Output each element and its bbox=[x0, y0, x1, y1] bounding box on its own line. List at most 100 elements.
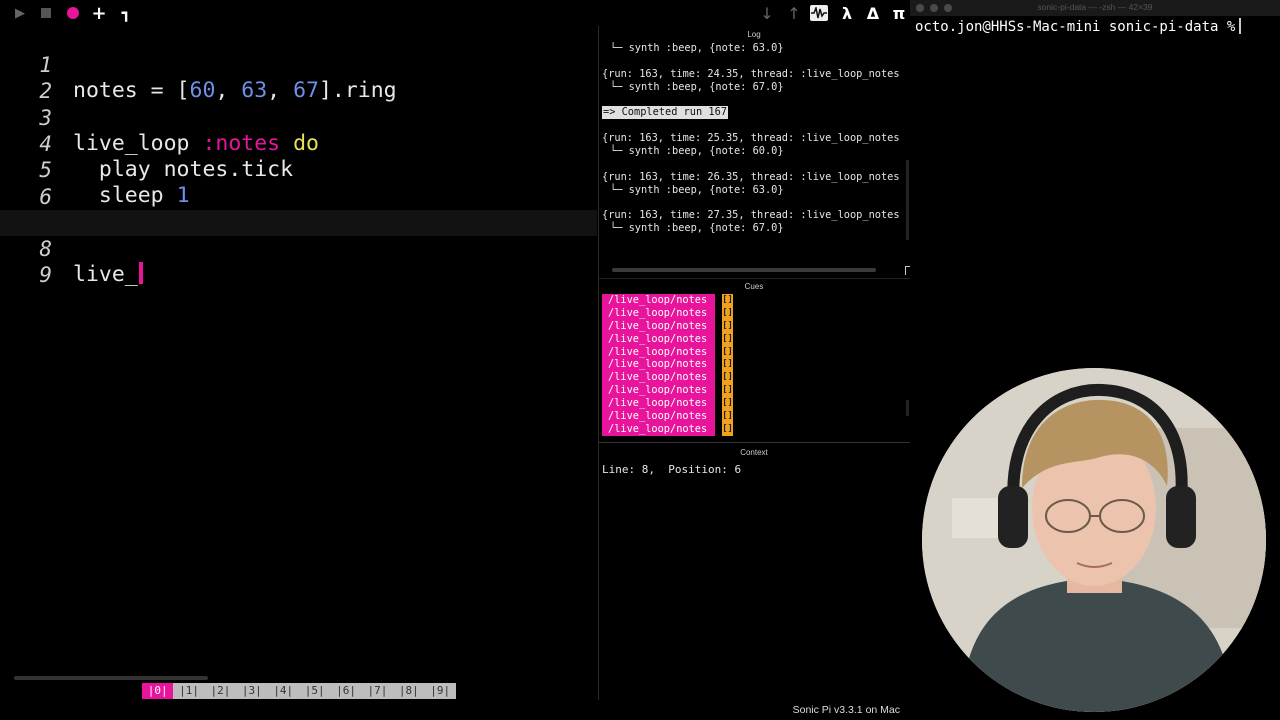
editor-horizontal-scrollbar[interactable] bbox=[14, 676, 208, 680]
context-position: Line: 8, Position: 6 bbox=[602, 463, 742, 476]
pi-icon[interactable]: π bbox=[889, 3, 909, 23]
cue-path: /live_loop/notes bbox=[602, 319, 715, 333]
buffer-tab-3[interactable]: |3| bbox=[236, 683, 268, 699]
record-icon[interactable] bbox=[63, 3, 83, 23]
code-line: 2 bbox=[0, 52, 597, 103]
cue-row: /live_loop/notes [] bbox=[602, 294, 908, 307]
cue-value: [] bbox=[722, 345, 733, 359]
code-line: 9 bbox=[0, 236, 597, 287]
divider bbox=[599, 278, 910, 279]
buffer-tab-8[interactable]: |8| bbox=[393, 683, 425, 699]
buffer-tab-0[interactable]: |0| bbox=[142, 683, 174, 699]
buffer-tab-5[interactable]: |5| bbox=[298, 683, 331, 699]
stop-icon[interactable] bbox=[36, 3, 56, 23]
code-line: 7 bbox=[0, 184, 597, 235]
log-synth-line: └─ synth :beep, {note: 67.0} bbox=[610, 222, 784, 235]
code-line: 3 live_loop :notes do bbox=[0, 79, 597, 156]
cue-row: /live_loop/notes [] bbox=[602, 358, 908, 372]
cue-value: [] bbox=[722, 319, 733, 333]
scroll-down-icon[interactable]: ↓ bbox=[757, 3, 777, 23]
log-run-line: {run: 163, time: 24.35, thread: :live_lo… bbox=[602, 67, 900, 80]
cue-value: [] bbox=[722, 332, 733, 346]
delta-icon[interactable]: Δ bbox=[863, 3, 883, 23]
pane-divider[interactable] bbox=[598, 26, 599, 700]
cue-path: /live_loop/notes bbox=[602, 384, 715, 398]
code-text: live_ bbox=[73, 262, 143, 288]
context-title: Context bbox=[740, 448, 768, 457]
text-cursor bbox=[138, 262, 143, 285]
cue-path: /live_loop/notes bbox=[602, 345, 715, 359]
log-run-line: {run: 163, time: 25.35, thread: :live_lo… bbox=[602, 132, 900, 145]
cue-row: /live_loop/notes [] bbox=[602, 384, 908, 398]
terminal-prompt[interactable]: octo.jon@HHSs-Mac-mini sonic-pi-data % bbox=[915, 18, 1242, 35]
log-run-line: {run: 163, time: 26.35, thread: :live_lo… bbox=[602, 170, 900, 183]
log-vertical-scrollbar[interactable] bbox=[906, 160, 909, 240]
buffer-tab-9[interactable]: |9| bbox=[424, 683, 456, 699]
buffer-tabs: |0| |1| |2| |3| |4| |5| |6| |7| |8| |9| bbox=[142, 683, 456, 699]
current-code-line: 8 live_ bbox=[0, 210, 597, 287]
log-spacer bbox=[602, 55, 908, 68]
new-icon[interactable]: + bbox=[89, 3, 109, 24]
cue-value: [] bbox=[722, 397, 733, 411]
cue-path: /live_loop/notes bbox=[602, 358, 715, 372]
terminal-titlebar: sonic-pi-data — -zsh — 42×39 bbox=[910, 0, 1280, 16]
cue-value: [] bbox=[722, 358, 733, 372]
scroll-up-icon[interactable]: ↑ bbox=[784, 3, 804, 23]
cue-path: /live_loop/notes bbox=[602, 397, 715, 411]
divider bbox=[599, 442, 910, 443]
code-line: 5 sleep 1 bbox=[0, 131, 597, 208]
log-pane[interactable]: └─ synth :beep, {note: 63.0} {run: 163, t… bbox=[602, 42, 908, 262]
cue-value: [] bbox=[722, 410, 733, 423]
scope-icon[interactable] bbox=[810, 5, 828, 21]
cue-row: /live_loop/notes [] bbox=[602, 332, 908, 346]
cue-value: [] bbox=[722, 384, 733, 398]
log-horizontal-scrollbar[interactable] bbox=[612, 268, 876, 272]
sonic-pi-window: ▶ + ┓ ↓ ↑ λ Δ π 1 notes = [60, 63, 67].r… bbox=[0, 0, 912, 720]
cue-value: [] bbox=[722, 371, 733, 385]
cue-path: /live_loop/notes bbox=[602, 306, 715, 320]
cues-vertical-scrollbar[interactable] bbox=[906, 400, 909, 416]
cue-path: /live_loop/notes bbox=[602, 371, 715, 385]
cues-pane[interactable]: /live_loop/notes[]/live_loop/notes[]/liv… bbox=[602, 294, 908, 436]
log-synth-line: └─ synth :beep, {note: 63.0} bbox=[610, 42, 784, 54]
terminal-cursor bbox=[1239, 18, 1242, 34]
cue-row: /live_loop/notes [] bbox=[602, 319, 908, 333]
log-title: Log bbox=[747, 30, 761, 39]
cue-row: /live_loop/notes [] bbox=[602, 422, 908, 436]
completed-run-badge: => Completed run 167 bbox=[602, 106, 728, 120]
code-editor[interactable]: 1 notes = [60, 63, 67].ring 2 3 live_loo… bbox=[0, 26, 597, 674]
code-line: 4 play notes.tick bbox=[0, 105, 597, 182]
buffer-tab-6[interactable]: |6| bbox=[330, 683, 362, 699]
webcam-person-image bbox=[922, 368, 1266, 712]
cue-value: [] bbox=[722, 294, 733, 307]
log-spacer bbox=[602, 197, 908, 210]
log-spacer bbox=[602, 94, 908, 107]
play-icon[interactable]: ▶ bbox=[10, 3, 30, 23]
cue-path: /live_loop/notes bbox=[602, 410, 715, 423]
cue-path: /live_loop/notes bbox=[602, 422, 715, 436]
log-run-line: {run: 163, time: 27.35, thread: :live_lo… bbox=[602, 209, 900, 222]
cue-row: /live_loop/notes [] bbox=[602, 306, 908, 320]
cue-row: /live_loop/notes [] bbox=[602, 397, 908, 411]
code-line: 1 notes = [60, 63, 67].ring bbox=[0, 26, 597, 103]
log-completed-line: => Completed run 167 bbox=[602, 106, 908, 120]
log-spacer bbox=[602, 119, 908, 132]
cue-value: [] bbox=[722, 306, 733, 320]
cue-row: /live_loop/notes [] bbox=[602, 371, 908, 385]
line-number: 9 bbox=[39, 263, 52, 288]
cue-path: /live_loop/notes bbox=[602, 332, 715, 346]
buffer-tab-1[interactable]: |1| bbox=[173, 683, 205, 699]
buffer-tab-4[interactable]: |4| bbox=[267, 683, 299, 699]
buffer-tab-7[interactable]: |7| bbox=[361, 683, 394, 699]
log-synth-line: └─ synth :beep, {note: 67.0} bbox=[610, 80, 784, 93]
cue-row: /live_loop/notes [] bbox=[602, 345, 908, 359]
log-spacer bbox=[602, 158, 908, 171]
buffer-tab-2[interactable]: |2| bbox=[204, 683, 237, 699]
cue-path: /live_loop/notes bbox=[602, 294, 715, 307]
toolbar: ▶ + ┓ ↓ ↑ λ Δ π bbox=[0, 0, 910, 26]
cue-value: [] bbox=[722, 422, 733, 436]
code-line: 6 end bbox=[0, 158, 597, 235]
branch-icon[interactable]: ┓ bbox=[116, 3, 136, 23]
lambda-icon[interactable]: λ bbox=[837, 3, 857, 23]
log-synth-line: └─ synth :beep, {note: 60.0} bbox=[610, 145, 784, 158]
